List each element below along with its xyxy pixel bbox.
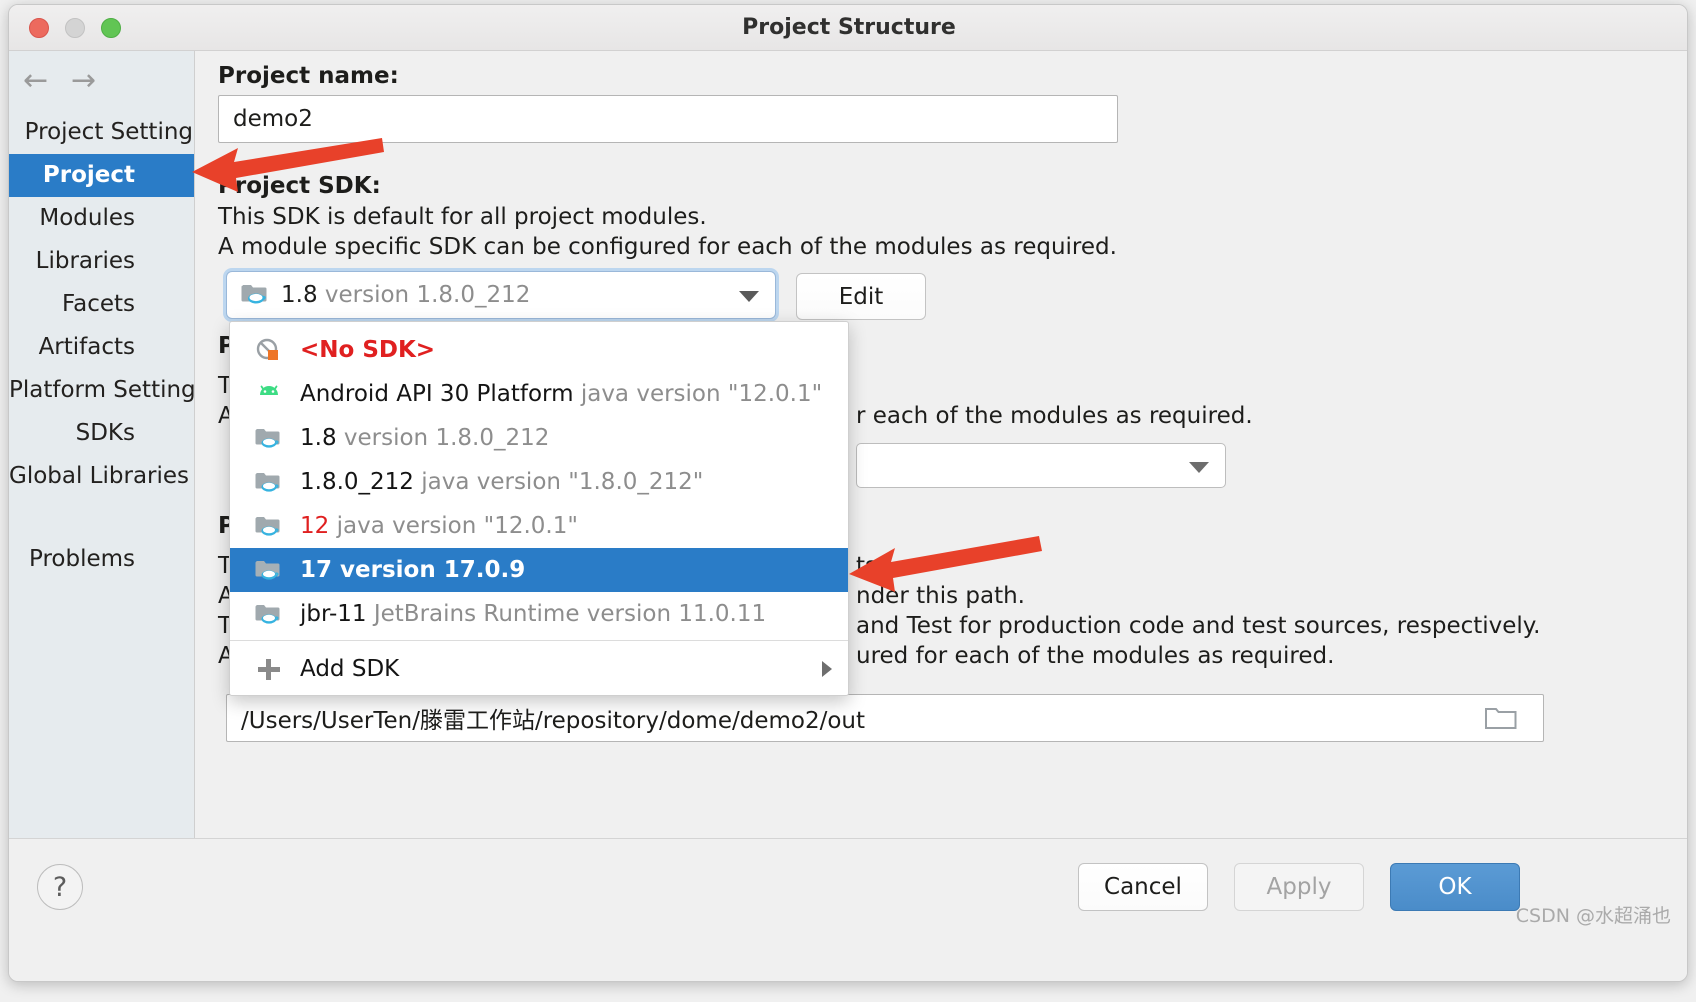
jdk-icon <box>254 469 284 495</box>
sdk-option-label: 12 java version "12.0.1" <box>300 513 578 539</box>
project-name-label: Project name: <box>218 63 399 89</box>
add-sdk-label: Add SDK <box>300 656 400 682</box>
sdk-option-detail: java version "1.8.0_212" <box>421 469 704 495</box>
back-arrow-icon[interactable]: ← <box>23 59 48 103</box>
sidebar-item-label: Modules <box>39 205 135 231</box>
sdk-option-label: 1.8.0_212 java version "1.8.0_212" <box>300 469 703 495</box>
sidebar-item-label: Artifacts <box>38 334 135 360</box>
sidebar-item-label: Libraries <box>35 248 135 274</box>
chevron-down-icon[interactable] <box>739 291 759 302</box>
sidebar-item-label: Global Libraries <box>9 463 190 489</box>
output-path-input[interactable]: /Users/UserTen/滕雷工作站/repository/dome/dem… <box>226 694 1544 742</box>
popup-separator <box>230 640 848 641</box>
sidebar-item-facets[interactable]: Facets <box>9 283 194 326</box>
sidebar-item-label: SDKs <box>75 420 135 446</box>
sdk-option-name: jbr-11 <box>300 601 367 627</box>
no-sdk-icon <box>254 337 284 363</box>
sdk-option-android-api-30[interactable]: Android API 30 Platform java version "12… <box>230 372 848 416</box>
sidebar-group-label: Platform Settings <box>9 377 195 403</box>
language-level-combobox[interactable] <box>856 443 1226 488</box>
sidebar-group-project-settings: Project Settings <box>9 111 195 154</box>
jdk-icon <box>254 425 284 451</box>
settings-sidebar: ← → Project Settings Project Modules Lib… <box>9 51 195 851</box>
sidebar-item-label: Project <box>42 162 135 188</box>
help-button[interactable]: ? <box>37 864 83 910</box>
sdk-option-1-8-0-212[interactable]: 1.8.0_212 java version "1.8.0_212" <box>230 460 848 504</box>
sidebar-group-label: Project Settings <box>24 119 195 145</box>
forward-arrow-icon[interactable]: → <box>71 59 96 103</box>
sdk-option-detail: JetBrains Runtime version 11.0.11 <box>373 601 767 627</box>
jdk-icon <box>241 281 269 309</box>
sdk-description-line-2: A module specific SDK can be configured … <box>218 234 1117 260</box>
ok-button[interactable]: OK <box>1390 863 1520 911</box>
sdk-option-label: 1.8 version 1.8.0_212 <box>300 425 549 451</box>
submenu-arrow-icon <box>822 661 832 677</box>
sdk-option-name: 17 <box>300 557 333 583</box>
sidebar-item-libraries[interactable]: Libraries <box>9 240 194 283</box>
sdk-option-17[interactable]: 17 version 17.0.9 <box>230 548 848 592</box>
sdk-name: 1.8 <box>281 282 318 308</box>
sidebar-item-project[interactable]: Project <box>9 154 194 197</box>
sidebar-item-sdks[interactable]: SDKs <box>9 412 194 455</box>
project-name-value: demo2 <box>233 106 313 132</box>
sdk-option-no-sdk[interactable]: <No SDK> <box>230 328 848 372</box>
sidebar-item-global-libraries[interactable]: Global Libraries <box>9 455 194 498</box>
cancel-button[interactable]: Cancel <box>1078 863 1208 911</box>
chevron-down-icon[interactable] <box>1189 461 1209 473</box>
project-sdk-label: Project SDK: <box>218 173 381 199</box>
sdk-option-12[interactable]: 12 java version "12.0.1" <box>230 504 848 548</box>
sdk-option-name: 1.8 <box>300 425 337 451</box>
sdk-description-line-1: This SDK is default for all project modu… <box>218 204 707 230</box>
project-sdk-selected-value: 1.8 version 1.8.0_212 <box>281 282 530 308</box>
sdk-option-label: Android API 30 Platform java version "12… <box>300 381 822 407</box>
watermark: CSDN @水超涌也 <box>1515 905 1671 927</box>
sdk-option-1-8[interactable]: 1.8 version 1.8.0_212 <box>230 416 848 460</box>
browse-folder-icon[interactable] <box>1484 704 1518 736</box>
edit-sdk-button[interactable]: Edit <box>796 273 926 320</box>
sidebar-list: Project Settings Project Modules Librari… <box>9 111 195 581</box>
plus-icon <box>254 656 284 682</box>
sidebar-item-label: Problems <box>28 546 135 572</box>
apply-button[interactable]: Apply <box>1234 863 1364 911</box>
sdk-option-label: jbr-11 JetBrains Runtime version 11.0.11 <box>300 601 766 627</box>
sidebar-item-modules[interactable]: Modules <box>9 197 194 240</box>
sidebar-item-artifacts[interactable]: Artifacts <box>9 326 194 369</box>
window-title: Project Structure <box>742 15 956 40</box>
jdk-icon <box>254 513 284 539</box>
jdk-icon <box>254 601 284 627</box>
sidebar-item-problems[interactable]: Problems <box>9 538 194 581</box>
window-frame: Project Structure ← → Project Settings P… <box>8 4 1688 982</box>
sdk-option-label: <No SDK> <box>300 337 436 363</box>
output-path-value: /Users/UserTen/滕雷工作站/repository/dome/dem… <box>241 708 865 734</box>
sdk-option-detail: java version "12.0.1" <box>580 381 823 407</box>
sdk-version: version 1.8.0_212 <box>324 282 531 308</box>
sdk-option-detail: version 17.0.9 <box>340 557 526 583</box>
sdk-option-label: 17 version 17.0.9 <box>300 557 525 583</box>
sdk-dropdown-popup[interactable]: <No SDK> Android API 30 Platform java ve… <box>229 321 849 696</box>
project-name-input[interactable]: demo2 <box>218 95 1118 143</box>
sdk-option-name: 12 <box>300 513 330 539</box>
sidebar-group-platform-settings: Platform Settings <box>9 369 195 412</box>
project-structure-window: Project Structure ← → Project Settings P… <box>0 0 1696 1002</box>
sdk-option-detail: version 1.8.0_212 <box>343 425 550 451</box>
add-sdk-menu-item[interactable]: Add SDK <box>230 643 848 695</box>
dialog-footer: ? Cancel Apply OK CSDN @水超涌也 <box>9 838 1687 937</box>
sdk-option-name: 1.8.0_212 <box>300 469 414 495</box>
jdk-icon <box>254 557 284 583</box>
obscured-text-a1-tail: r each of the modules as required. <box>856 403 1253 429</box>
obscured-text-t3-tail: and Test for production code and test so… <box>856 613 1541 639</box>
obscured-text-a3-tail: ured for each of the modules as required… <box>856 643 1335 669</box>
sdk-option-detail: java version "12.0.1" <box>336 513 578 539</box>
sdk-option-name: Android API 30 Platform <box>300 381 574 407</box>
sidebar-nav-arrows: ← → <box>9 59 194 103</box>
obscured-text-a2-tail: nder this path. <box>856 583 1025 609</box>
android-icon <box>254 381 284 407</box>
sidebar-item-label: Facets <box>61 291 135 317</box>
titlebar: Project Structure <box>9 5 1687 51</box>
main-panel: Project name: demo2 Project SDK: This SD… <box>196 51 1687 883</box>
sdk-option-jbr-11[interactable]: jbr-11 JetBrains Runtime version 11.0.11 <box>230 592 848 636</box>
project-sdk-combobox[interactable]: 1.8 version 1.8.0_212 <box>226 271 776 319</box>
obscured-text-t2-tail: ts. <box>856 553 885 579</box>
